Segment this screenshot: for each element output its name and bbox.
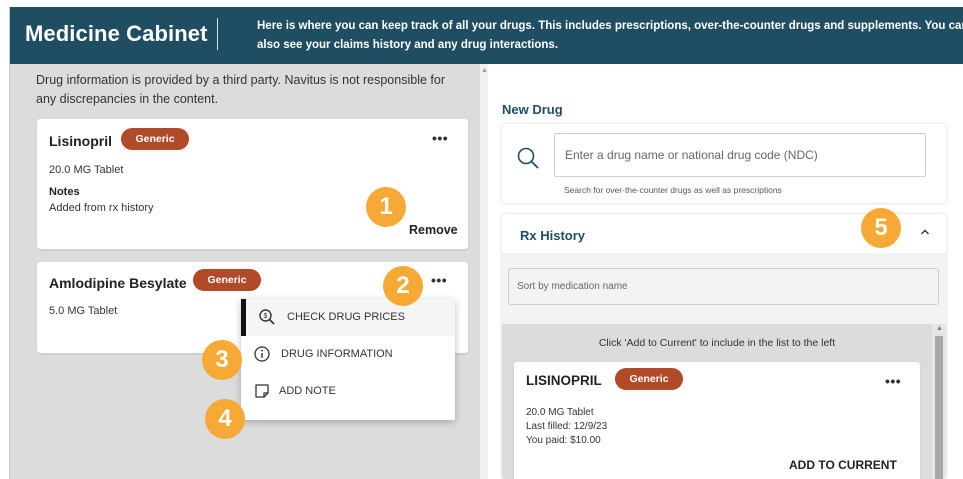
page-header: Medicine Cabinet Here is where you can k… bbox=[10, 7, 963, 64]
step-marker: 5 bbox=[861, 208, 901, 248]
add-to-current-button[interactable]: ADD TO CURRENT bbox=[789, 458, 897, 472]
more-horizontal-icon[interactable]: ••• bbox=[885, 374, 901, 388]
generic-badge: Generic bbox=[615, 368, 683, 390]
generic-badge: Generic bbox=[121, 128, 189, 150]
drug-dose: 20.0 MG Tablet bbox=[526, 407, 594, 418]
remove-button[interactable]: Remove bbox=[409, 223, 458, 237]
header-description: Here is where you can keep track of all … bbox=[257, 20, 963, 51]
last-filled: Last filled: 12/9/23 bbox=[526, 421, 608, 432]
rx-history-body: Click 'Add to Current' to include in the… bbox=[502, 253, 946, 479]
header-divider bbox=[217, 18, 218, 50]
rx-list-note: Click 'Add to Current' to include in the… bbox=[598, 337, 836, 349]
svg-text:$: $ bbox=[264, 313, 268, 320]
sort-by-medication-input[interactable] bbox=[508, 268, 939, 305]
chevron-up-icon[interactable] bbox=[919, 226, 931, 241]
menu-item-label: ADD NOTE bbox=[279, 385, 336, 397]
notes-label: Notes bbox=[49, 186, 80, 198]
right-panel: New Drug Search for over-the-counter dru… bbox=[488, 64, 963, 479]
menu-item-label: DRUG INFORMATION bbox=[281, 348, 393, 360]
drug-card: Lisinopril Generic ••• 20.0 MG Tablet No… bbox=[37, 119, 468, 249]
generic-badge: Generic bbox=[193, 269, 261, 291]
rx-history-list: Click 'Add to Current' to include in the… bbox=[502, 324, 946, 479]
rx-history-title: Rx History bbox=[520, 228, 586, 243]
menu-item-check-drug-prices[interactable]: $ CHECK DRUG PRICES bbox=[241, 299, 455, 336]
drug-search-input[interactable] bbox=[554, 133, 926, 177]
scroll-up-icon[interactable]: ▲ bbox=[481, 67, 488, 74]
drug-dose: 20.0 MG Tablet bbox=[49, 164, 124, 176]
search-icon bbox=[516, 146, 540, 175]
step-marker: 2 bbox=[383, 266, 423, 306]
new-drug-title: New Drug bbox=[502, 102, 563, 117]
note-icon bbox=[253, 382, 271, 405]
scroll-up-icon[interactable]: ▲ bbox=[936, 325, 943, 332]
you-paid: You paid: $10.00 bbox=[526, 435, 601, 446]
step-marker: 1 bbox=[366, 187, 406, 227]
new-drug-search-card: Search for over-the-counter drugs as wel… bbox=[502, 124, 946, 203]
price-search-icon: $ bbox=[258, 308, 276, 331]
rx-history-item: LISINOPRIL Generic ••• 20.0 MG Tablet La… bbox=[514, 362, 920, 479]
info-icon bbox=[253, 345, 271, 368]
left-panel-scrollbar[interactable]: ▲ bbox=[480, 64, 488, 479]
drug-dose: 5.0 MG Tablet bbox=[49, 305, 118, 317]
drug-name: LISINOPRIL bbox=[526, 373, 602, 388]
step-marker: 4 bbox=[205, 399, 245, 439]
notes-text: Added from rx history bbox=[49, 202, 154, 214]
more-horizontal-icon[interactable]: ••• bbox=[432, 131, 448, 145]
drug-name: Lisinopril bbox=[49, 133, 112, 149]
menu-item-add-note[interactable]: ADD NOTE bbox=[241, 373, 455, 410]
app-frame: Medicine Cabinet Here is where you can k… bbox=[9, 7, 963, 479]
step-marker: 3 bbox=[202, 340, 242, 380]
menu-item-drug-information[interactable]: DRUG INFORMATION bbox=[241, 336, 455, 373]
page-title: Medicine Cabinet bbox=[25, 21, 208, 46]
more-horizontal-icon[interactable]: ••• bbox=[431, 273, 447, 287]
search-hint: Search for over-the-counter drugs as wel… bbox=[564, 185, 782, 195]
rx-history-card: Rx History Click 'Add to Current' to inc… bbox=[502, 214, 946, 479]
rx-list-scrollbar[interactable]: ▲ bbox=[932, 324, 946, 479]
disclaimer-text: Drug information is provided by a third … bbox=[36, 73, 445, 106]
drug-name: Amlodipine Besylate bbox=[49, 275, 187, 291]
menu-item-label: CHECK DRUG PRICES bbox=[287, 311, 405, 323]
scrollbar-thumb[interactable] bbox=[935, 336, 943, 479]
drug-actions-menu: $ CHECK DRUG PRICES DRUG INFORMATION ADD… bbox=[241, 299, 455, 420]
